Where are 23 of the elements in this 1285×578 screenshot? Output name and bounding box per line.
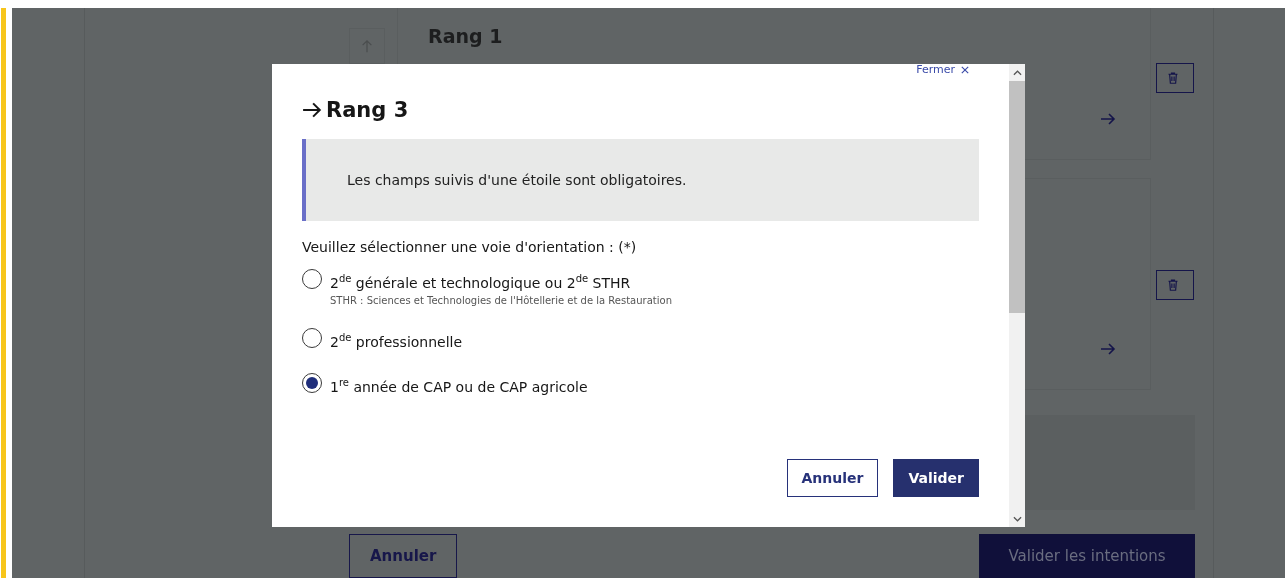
delete-button[interactable] [1156, 270, 1194, 300]
arrow-right-icon[interactable] [1100, 111, 1116, 127]
option-label[interactable]: 2$^{de}$ professionnelle [330, 327, 463, 352]
option-label[interactable]: 1$^{re}$ année de CAP ou de CAP agricole [330, 373, 588, 397]
dialog-title: Rang 3 [326, 98, 409, 122]
card-title: Rang 1 [428, 25, 504, 47]
close-button[interactable]: Fermer [916, 64, 979, 76]
option-label[interactable]: 2$^{de}$ générale et technologique ou 2$^{de}$ STHR [330, 269, 672, 293]
validate-button[interactable]: Valider [893, 459, 979, 497]
trash-icon [1167, 279, 1179, 291]
arrow-right-icon[interactable] [1100, 341, 1116, 357]
cancel-button[interactable]: Annuler [786, 459, 879, 497]
arrow-right-icon [302, 101, 322, 119]
validate-button[interactable]: Valider les intentions [979, 534, 1195, 578]
question-label: Veuillez sélectionner une voie d'orientation : (*) [302, 239, 638, 255]
scroll-up-icon[interactable] [1012, 69, 1022, 76]
option-hint: STHR : Sciences et Technologies de l'Hôtellerie et de la Restauration [330, 294, 672, 306]
scrollbar[interactable] [1009, 64, 1025, 527]
scroll-down-icon[interactable] [1012, 515, 1022, 522]
trash-icon [1167, 72, 1179, 84]
notice-text: Les champs suivis d'une étoile sont obligatoires. [347, 172, 687, 188]
delete-button[interactable] [1156, 63, 1194, 93]
close-icon [961, 66, 969, 74]
